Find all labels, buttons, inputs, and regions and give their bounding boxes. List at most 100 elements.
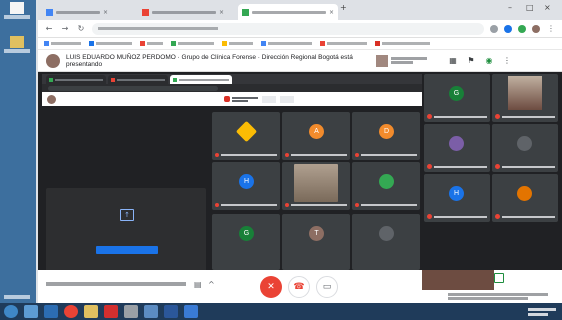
participant-tile[interactable]: G xyxy=(424,74,490,122)
participant-tile[interactable] xyxy=(352,162,420,210)
shared-address-row xyxy=(42,84,422,92)
star-icon[interactable] xyxy=(490,24,498,33)
desktop-icon[interactable] xyxy=(4,294,30,302)
reload-icon[interactable]: ↻ xyxy=(76,24,86,33)
shared-screen: ↑ A D H G T xyxy=(42,74,422,274)
pdf-icon[interactable] xyxy=(104,305,118,318)
taskbar-app-icon[interactable] xyxy=(144,305,158,318)
leave-call-button[interactable]: ☎ xyxy=(288,276,310,298)
presenter-chip[interactable] xyxy=(376,54,427,67)
participant-name xyxy=(502,115,555,118)
bookmark[interactable] xyxy=(261,41,312,46)
participant-tile[interactable] xyxy=(492,124,558,172)
mic-off-icon xyxy=(215,153,219,157)
participant-tile-video[interactable] xyxy=(492,74,558,122)
system-clock xyxy=(528,306,556,318)
desktop-icon[interactable] xyxy=(4,36,30,58)
bookmark[interactable] xyxy=(222,41,253,46)
bookmark[interactable] xyxy=(320,41,367,46)
extension-icon[interactable] xyxy=(518,24,526,33)
google-icon xyxy=(222,41,227,46)
mic-off-icon xyxy=(215,203,219,207)
folder-icon[interactable] xyxy=(84,305,98,318)
word-icon[interactable] xyxy=(164,305,178,318)
shared-tab xyxy=(46,75,106,84)
participant-tile[interactable] xyxy=(424,124,490,172)
bookmark[interactable] xyxy=(375,41,430,46)
close-icon[interactable]: × xyxy=(103,9,108,16)
tab-favicon-icon xyxy=(111,77,115,82)
bookmark[interactable] xyxy=(44,41,81,46)
participant-tile[interactable]: T xyxy=(282,214,350,270)
taskbar-app-icon[interactable] xyxy=(44,305,58,318)
present-now-button xyxy=(96,246,158,254)
participant-tile[interactable]: A xyxy=(282,112,350,160)
mic-off-icon xyxy=(355,153,359,157)
chevron-up-icon[interactable]: ^ xyxy=(208,280,215,289)
pin-icon[interactable]: ⚑ xyxy=(465,56,477,66)
minimize-icon[interactable]: – xyxy=(508,3,512,12)
apps-icon xyxy=(44,41,49,46)
mic-off-icon xyxy=(355,203,359,207)
participant-tile-video[interactable] xyxy=(282,162,350,210)
bookmark[interactable] xyxy=(171,41,214,46)
camera-toggle-button[interactable]: ▭ xyxy=(316,276,338,298)
desktop-icon[interactable] xyxy=(4,2,30,24)
maximize-icon[interactable]: □ xyxy=(526,3,534,12)
bookmark[interactable] xyxy=(140,41,163,46)
participant-name xyxy=(434,215,487,218)
chrome-icon[interactable] xyxy=(64,305,78,318)
participant-name xyxy=(291,154,347,156)
taskbar-app-icon[interactable] xyxy=(24,305,38,318)
participant-avatar: H xyxy=(449,186,464,201)
taskbar-app-icon[interactable] xyxy=(184,305,198,318)
captions-icon[interactable]: ▤ xyxy=(194,280,202,289)
participant-avatar: D xyxy=(379,124,394,139)
tab-title xyxy=(56,10,100,14)
forward-icon[interactable]: → xyxy=(60,24,70,33)
shared-tab xyxy=(108,75,168,84)
bookmark[interactable] xyxy=(89,41,132,46)
menu-icon[interactable]: ⋮ xyxy=(546,24,556,33)
start-icon[interactable] xyxy=(4,305,18,318)
participant-name xyxy=(434,165,487,168)
present-icon[interactable] xyxy=(494,273,504,283)
participant-avatar: G xyxy=(239,226,254,241)
back-icon[interactable]: ← xyxy=(44,24,54,33)
browser-tab-3-active[interactable]: × xyxy=(238,4,338,20)
participant-tile[interactable]: H xyxy=(424,174,490,222)
extension-icon[interactable] xyxy=(504,24,512,33)
people-icon[interactable]: ◉ xyxy=(483,56,495,66)
participant-name xyxy=(291,204,347,206)
new-tab-icon[interactable]: + xyxy=(340,3,347,12)
more-options-icon[interactable]: ⋮ xyxy=(501,56,513,66)
close-icon[interactable]: × xyxy=(219,9,224,16)
participant-avatar xyxy=(235,120,258,143)
hangup-icon: ☎ xyxy=(293,282,305,292)
participant-tile[interactable]: D xyxy=(352,112,420,160)
self-name xyxy=(448,292,548,301)
tab-favicon-icon xyxy=(46,8,53,16)
shared-presenter-chip xyxy=(224,96,258,103)
mic-toggle-button[interactable]: ✕ xyxy=(260,276,282,298)
participant-tile[interactable] xyxy=(352,214,420,270)
taskbar-app-icon[interactable] xyxy=(124,305,138,318)
close-window-icon[interactable]: × xyxy=(544,3,551,12)
participant-tile[interactable] xyxy=(492,174,558,222)
browser-tab-2[interactable]: × xyxy=(138,4,228,20)
present-now-panel: ↑ xyxy=(46,188,206,274)
participant-name xyxy=(502,215,555,218)
browser-tab-1[interactable]: × xyxy=(42,4,112,20)
layout-icon[interactable]: ▦ xyxy=(447,56,459,66)
meet-header: LUIS EDUARDO MUÑOZ PERDOMO · Grupo de Cl… xyxy=(38,50,562,72)
participant-tile[interactable] xyxy=(212,112,280,160)
meet-header-title: LUIS EDUARDO MUÑOZ PERDOMO · Grupo de Cl… xyxy=(66,53,353,68)
participant-tile[interactable]: H xyxy=(212,162,280,210)
mic-off-icon: ✕ xyxy=(267,282,275,292)
shared-tab-bar xyxy=(42,74,422,84)
tab-title xyxy=(152,10,216,14)
participant-tile[interactable]: G xyxy=(212,214,280,270)
profile-icon[interactable] xyxy=(532,24,540,33)
close-icon[interactable]: × xyxy=(329,9,334,16)
address-input[interactable] xyxy=(92,22,484,35)
